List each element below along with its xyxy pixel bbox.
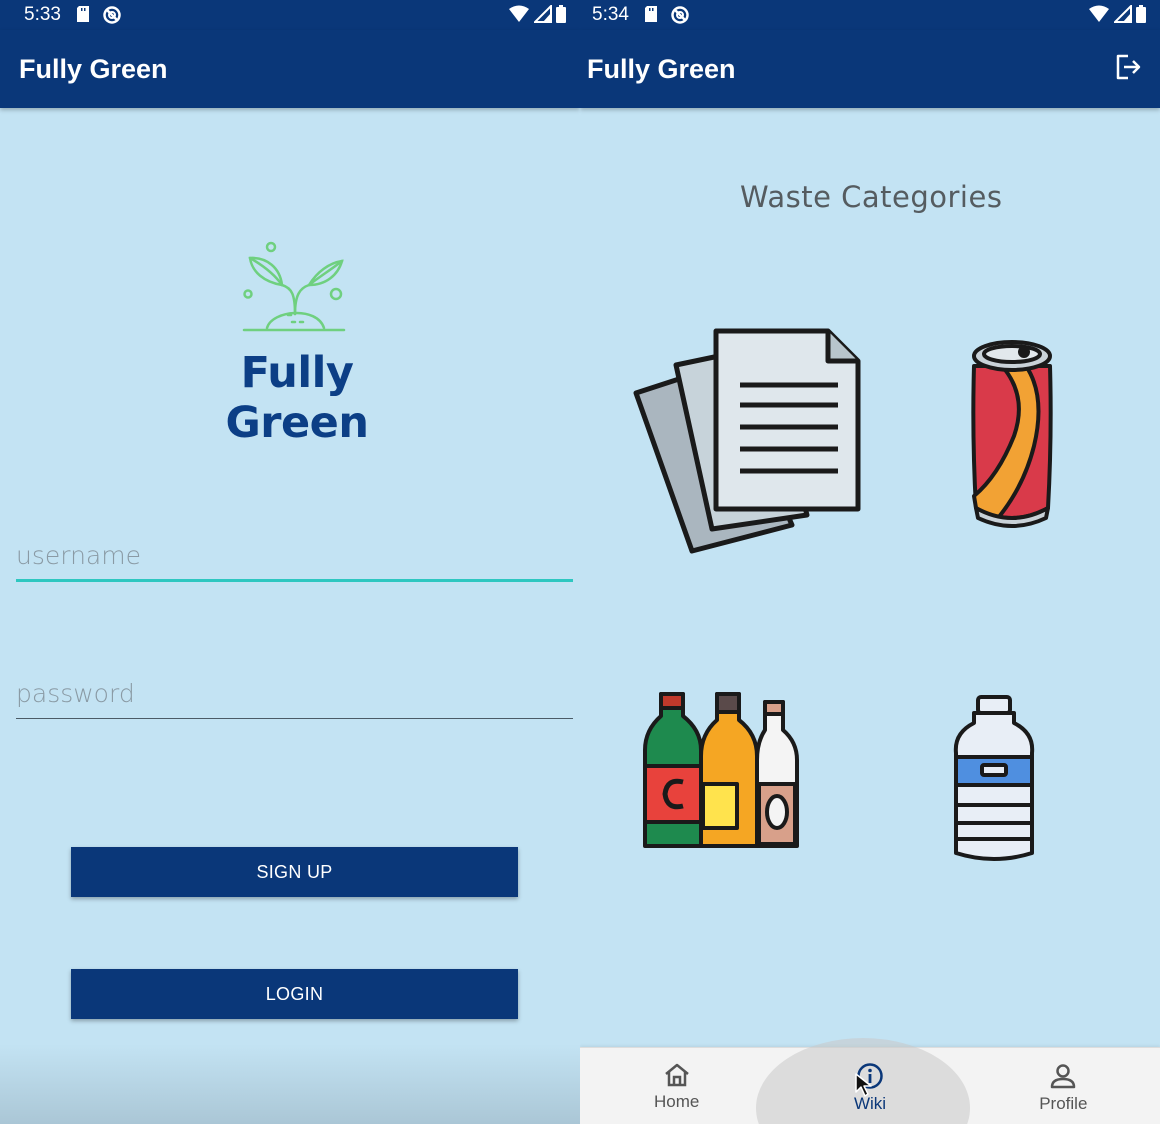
nav-label-profile: Profile [1039, 1094, 1088, 1113]
app-bar: Fully Green [0, 30, 580, 108]
bottom-shadow [0, 1044, 580, 1124]
signal-icon [534, 5, 552, 23]
sd-card-icon [645, 6, 657, 22]
login-screen: 5:33 Fully Green Fully Green username SI… [0, 0, 580, 1124]
logout-icon[interactable] [1114, 53, 1142, 81]
battery-icon [556, 5, 566, 23]
paper-icon [633, 328, 861, 554]
category-can[interactable] [968, 336, 1056, 535]
status-bar: 5:33 [0, 0, 580, 30]
data-saver-icon [671, 6, 689, 24]
battery-icon [1136, 5, 1146, 23]
category-glass[interactable] [643, 690, 819, 857]
mouse-cursor-icon [855, 1073, 872, 1097]
app-title: Fully Green [587, 54, 736, 84]
sign-up-button[interactable]: SIGN UP [71, 847, 518, 897]
data-saver-icon [103, 6, 121, 24]
signal-icon [1114, 5, 1132, 23]
status-time: 5:33 [24, 4, 61, 25]
sprout-icon [242, 241, 346, 332]
wiki-screen: 5:34 Fully Green Waste Categories Home W… [580, 0, 1160, 1124]
logo-text: Fully Green [225, 348, 369, 448]
glass-bottles-icon [643, 692, 799, 848]
nav-label-home: Home [653, 1092, 700, 1111]
nav-item-home[interactable]: Home [580, 1048, 773, 1124]
wifi-icon [509, 5, 529, 22]
category-plastic[interactable] [952, 693, 1036, 868]
status-time: 5:34 [592, 4, 629, 25]
wifi-icon [1089, 5, 1109, 22]
can-icon [971, 340, 1053, 528]
plastic-bottle-icon [953, 695, 1035, 861]
screenshot: 5:33 Fully Green Fully Green username SI… [0, 0, 1160, 1124]
home-icon [664, 1063, 689, 1087]
section-title: Waste Categories [740, 180, 1003, 214]
status-bar: 5:34 [580, 0, 1160, 30]
nav-item-profile[interactable]: Profile [967, 1048, 1160, 1124]
login-button[interactable]: LOGIN [71, 969, 518, 1019]
app-title: Fully Green [19, 54, 168, 84]
app-logo: Fully Green [172, 240, 422, 448]
username-input[interactable] [16, 532, 573, 582]
password-input[interactable] [16, 669, 573, 719]
person-icon [1051, 1064, 1076, 1089]
category-paper[interactable] [632, 325, 864, 562]
app-bar: Fully Green [580, 30, 1160, 108]
sd-card-icon [77, 6, 89, 22]
